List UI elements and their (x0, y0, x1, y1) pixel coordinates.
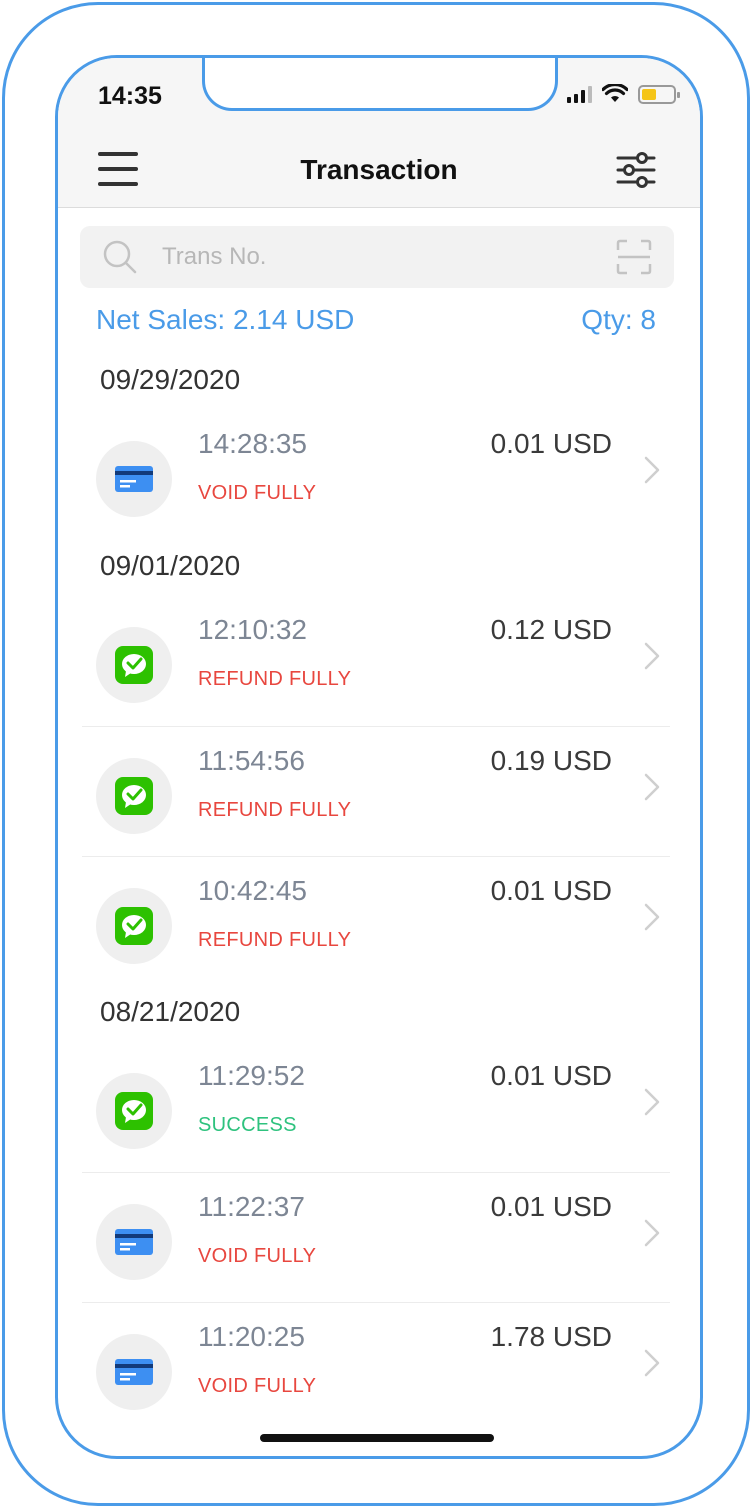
payment-method-badge (96, 1204, 172, 1280)
chevron-right-icon (644, 903, 660, 931)
wechat-pay-icon (115, 777, 153, 815)
scan-icon[interactable] (616, 239, 652, 275)
card-icon (115, 466, 153, 492)
page-title: Transaction (300, 154, 458, 185)
transaction-status: REFUND FULLY (198, 929, 352, 951)
battery-icon (638, 84, 680, 104)
transaction-amount: 0.12 USD (490, 614, 612, 645)
filter-settings-icon[interactable] (616, 150, 656, 190)
transaction-amount: 0.01 USD (490, 1191, 612, 1222)
wifi-icon (602, 84, 628, 102)
payment-method-badge (96, 627, 172, 703)
transaction-status: REFUND FULLY (198, 799, 352, 821)
transaction-amount: 0.01 USD (490, 875, 612, 906)
transaction-time: 12:10:32 (198, 614, 307, 645)
home-indicator[interactable] (260, 1434, 494, 1442)
transaction-row[interactable]: 10:42:45 REFUND FULLY 0.01 USD (82, 856, 670, 986)
qty-label: Qty: 8 (581, 304, 656, 335)
status-time: 14:35 (98, 82, 162, 110)
transaction-time: 11:22:37 (198, 1191, 305, 1222)
transaction-row[interactable]: 11:29:52 SUCCESS 0.01 USD (82, 1042, 670, 1172)
transaction-row[interactable]: 11:22:37 VOID FULLY 0.01 USD (82, 1172, 670, 1302)
transaction-row[interactable]: 14:28:35 VOID FULLY 0.01 USD (82, 410, 670, 540)
chevron-right-icon (644, 773, 660, 801)
transaction-status: REFUND FULLY (198, 668, 352, 690)
wechat-pay-icon (115, 646, 153, 684)
card-icon (115, 1359, 153, 1385)
sales-summary: Net Sales: 2.14 USD Qty: 8 (96, 304, 656, 344)
transaction-time: 11:54:56 (198, 745, 305, 776)
card-icon (115, 1229, 153, 1255)
transaction-amount: 1.78 USD (490, 1321, 612, 1352)
transaction-status: SUCCESS (198, 1114, 297, 1136)
nav-bar: Transaction (58, 138, 700, 208)
transaction-time: 14:28:35 (198, 428, 307, 459)
date-header: 08/21/2020 (100, 996, 241, 1027)
device-screen: 14:35 Transaction Trans No. Net Sales: 2… (55, 55, 703, 1459)
device-outer-frame: 14:35 Transaction Trans No. Net Sales: 2… (2, 2, 750, 1506)
trans-no-search-input[interactable] (162, 236, 592, 278)
chevron-right-icon (644, 1219, 660, 1247)
payment-method-badge (96, 888, 172, 964)
net-sales-label: Net Sales: 2.14 USD (96, 304, 355, 335)
transaction-row[interactable]: 11:54:56 REFUND FULLY 0.19 USD (82, 726, 670, 856)
chevron-right-icon (644, 642, 660, 670)
payment-method-badge (96, 1073, 172, 1149)
transaction-amount: 0.01 USD (490, 428, 612, 459)
payment-method-badge (96, 1334, 172, 1410)
search-bar (80, 226, 674, 288)
wechat-pay-icon (115, 907, 153, 945)
transaction-status: VOID FULLY (198, 1375, 317, 1397)
transaction-status: VOID FULLY (198, 1245, 317, 1267)
transaction-time: 10:42:45 (198, 875, 307, 906)
wechat-pay-icon (115, 1092, 153, 1130)
payment-method-badge (96, 441, 172, 517)
payment-method-badge (96, 758, 172, 834)
transaction-row[interactable]: 11:20:25 VOID FULLY 1.78 USD (82, 1302, 670, 1432)
chevron-right-icon (644, 1088, 660, 1116)
transaction-amount: 0.19 USD (490, 745, 612, 776)
transaction-row[interactable]: 12:10:32 REFUND FULLY 0.12 USD (82, 596, 670, 726)
transaction-status: VOID FULLY (198, 482, 317, 504)
search-icon (103, 240, 137, 274)
chevron-right-icon (644, 1349, 660, 1377)
transaction-list: 09/29/2020 14:28:35 VOID FULLY 0.01 USD 09/0… (82, 354, 670, 1432)
status-icons (567, 84, 680, 104)
transaction-time: 11:29:52 (198, 1060, 305, 1091)
device-notch (202, 58, 558, 111)
chevron-right-icon (644, 456, 660, 484)
date-header: 09/29/2020 (100, 364, 241, 395)
signal-icon (567, 85, 592, 103)
date-header: 09/01/2020 (100, 550, 241, 581)
transaction-time: 11:20:25 (198, 1321, 305, 1352)
transaction-amount: 0.01 USD (490, 1060, 612, 1091)
